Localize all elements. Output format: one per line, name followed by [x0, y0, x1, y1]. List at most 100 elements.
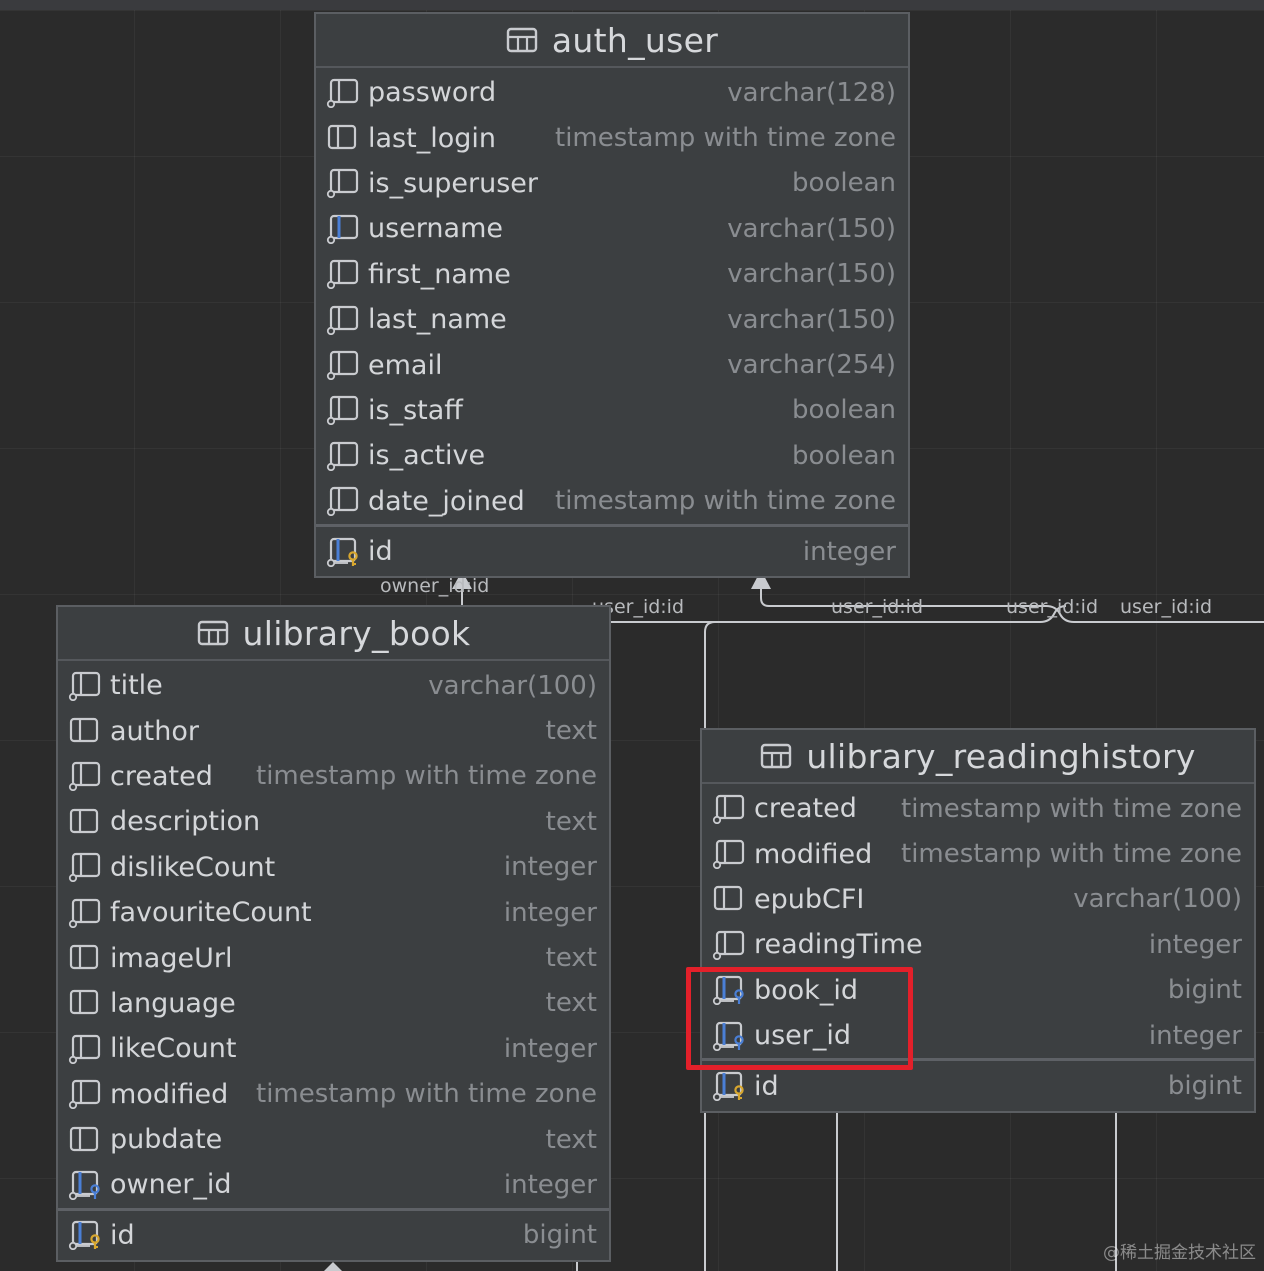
column-type: boolean: [792, 168, 896, 199]
column-notnull-icon: [68, 1080, 101, 1110]
column-type: integer: [1148, 929, 1242, 960]
column-name: language: [110, 987, 236, 1019]
table-icon: [761, 743, 792, 769]
column-icon: [69, 808, 99, 833]
column-name: email: [368, 349, 443, 381]
column-row-dislikecount[interactable]: dislikeCount integer: [58, 845, 609, 890]
column-notnull-icon: [326, 441, 359, 471]
column-row-date-joined[interactable]: date_joined timestamp with time zone: [316, 479, 908, 524]
column-notnull-icon: [68, 898, 101, 928]
column-name: is_superuser: [368, 167, 538, 199]
column-name: created: [110, 760, 213, 792]
column-type: timestamp with time zone: [901, 839, 1242, 870]
column-row-modified[interactable]: modified timestamp with time zone: [58, 1072, 609, 1117]
column-type: varchar(100): [428, 670, 597, 701]
top-toolbar-edge: [0, 0, 1264, 10]
table-icon: [197, 620, 228, 646]
column-row-description[interactable]: description text: [58, 799, 609, 844]
column-row-last-name[interactable]: last_name varchar(150): [316, 297, 908, 342]
column-name: first_name: [368, 258, 511, 290]
column-name: username: [368, 213, 503, 245]
primary-key-icon: [712, 1071, 744, 1102]
column-name: password: [368, 77, 497, 109]
column-name: favouriteCount: [110, 897, 312, 929]
column-list: title varchar(100) author text created timest…: [58, 661, 609, 1208]
column-name: last_login: [368, 122, 496, 154]
table-header[interactable]: ulibrary_book: [58, 607, 609, 661]
relation-label-owner: owner_id:id: [380, 575, 490, 597]
relation-label-user-2: user_id:id: [831, 596, 924, 618]
column-row-is-active[interactable]: is_active boolean: [316, 433, 908, 478]
column-notnull-icon: [326, 169, 359, 199]
table-ulibrary-book[interactable]: ulibrary_book title varchar(100) author tex…: [56, 605, 611, 1263]
column-row-favouritecount[interactable]: favouriteCount integer: [58, 890, 609, 935]
column-notnull-icon: [712, 794, 745, 824]
column-type: timestamp with time zone: [901, 793, 1242, 824]
highlight-box-foreign-keys: [686, 967, 913, 1070]
column-type: varchar(150): [727, 259, 896, 290]
column-name: id: [754, 1070, 779, 1102]
column-icon: [69, 990, 99, 1015]
column-row-author[interactable]: author text: [58, 708, 609, 753]
table-title: auth_user: [551, 20, 719, 60]
column-type: text: [545, 943, 597, 974]
column-row-owner-id[interactable]: owner_id integer: [58, 1162, 609, 1207]
table-header[interactable]: auth_user: [316, 14, 908, 68]
column-type: timestamp with time zone: [256, 761, 597, 792]
column-notnull-icon: [326, 260, 359, 290]
column-type: timestamp with time zone: [555, 486, 896, 517]
primary-key-section: id bigint: [58, 1207, 609, 1260]
column-row-modified[interactable]: modified timestamp with time zone: [702, 831, 1254, 876]
column-row-last-login[interactable]: last_login timestamp with time zone: [316, 115, 908, 160]
column-type: integer: [503, 897, 597, 928]
column-type: boolean: [792, 440, 896, 471]
table-auth-user[interactable]: auth_user password varchar(128) last_login…: [314, 12, 910, 579]
column-row-epubcfi[interactable]: epubCFI varchar(100): [702, 877, 1254, 922]
column-type: text: [545, 806, 597, 837]
column-row-created[interactable]: created timestamp with time zone: [58, 754, 609, 799]
column-type: varchar(128): [727, 77, 896, 108]
column-type: text: [545, 716, 597, 747]
column-type: text: [545, 1124, 597, 1155]
column-row-language[interactable]: language text: [58, 981, 609, 1026]
column-notnull-icon: [326, 396, 359, 426]
column-type: timestamp with time zone: [256, 1079, 597, 1110]
column-name: pubdate: [110, 1124, 223, 1156]
primary-key-section: id integer: [316, 523, 908, 576]
column-name: id: [368, 536, 393, 568]
column-row-id[interactable]: id bigint: [702, 1063, 1254, 1108]
column-row-id[interactable]: id bigint: [58, 1213, 609, 1258]
column-row-is-staff[interactable]: is_staff boolean: [316, 388, 908, 433]
column-type: boolean: [792, 395, 896, 426]
column-unique-icon: [326, 214, 359, 244]
table-header[interactable]: ulibrary_readinghistory: [702, 730, 1254, 784]
column-row-email[interactable]: email varchar(254): [316, 342, 908, 387]
column-name: epubCFI: [754, 883, 865, 915]
column-row-pubdate[interactable]: pubdate text: [58, 1117, 609, 1162]
diagram-canvas[interactable]: owner_id:id user_id:id user_id:id user_i…: [0, 0, 1264, 1271]
column-name: description: [110, 806, 261, 838]
foreign-key-icon: [68, 1170, 100, 1200]
column-row-likecount[interactable]: likeCount integer: [58, 1026, 609, 1071]
column-row-imageurl[interactable]: imageUrl text: [58, 935, 609, 980]
column-row-readingtime[interactable]: readingTime integer: [702, 922, 1254, 967]
column-type: integer: [802, 536, 896, 567]
column-name: id: [110, 1219, 135, 1251]
column-type: integer: [503, 852, 597, 883]
column-row-password[interactable]: password varchar(128): [316, 70, 908, 115]
column-name: is_active: [368, 440, 486, 472]
column-row-created[interactable]: created timestamp with time zone: [702, 786, 1254, 831]
column-notnull-icon: [326, 487, 359, 517]
column-row-id[interactable]: id integer: [316, 529, 908, 574]
column-row-is-superuser[interactable]: is_superuser boolean: [316, 161, 908, 206]
column-row-title[interactable]: title varchar(100): [58, 663, 609, 708]
primary-key-icon: [68, 1221, 100, 1251]
column-name: title: [110, 670, 163, 702]
column-row-username[interactable]: username varchar(150): [316, 206, 908, 251]
column-type: varchar(150): [727, 213, 896, 244]
column-row-first-name[interactable]: first_name varchar(150): [316, 252, 908, 297]
table-title: ulibrary_book: [242, 613, 471, 653]
column-type: integer: [1148, 1020, 1242, 1051]
table-title: ulibrary_readinghistory: [806, 736, 1196, 776]
relation-label-user-3: user_id:id: [1006, 596, 1099, 618]
